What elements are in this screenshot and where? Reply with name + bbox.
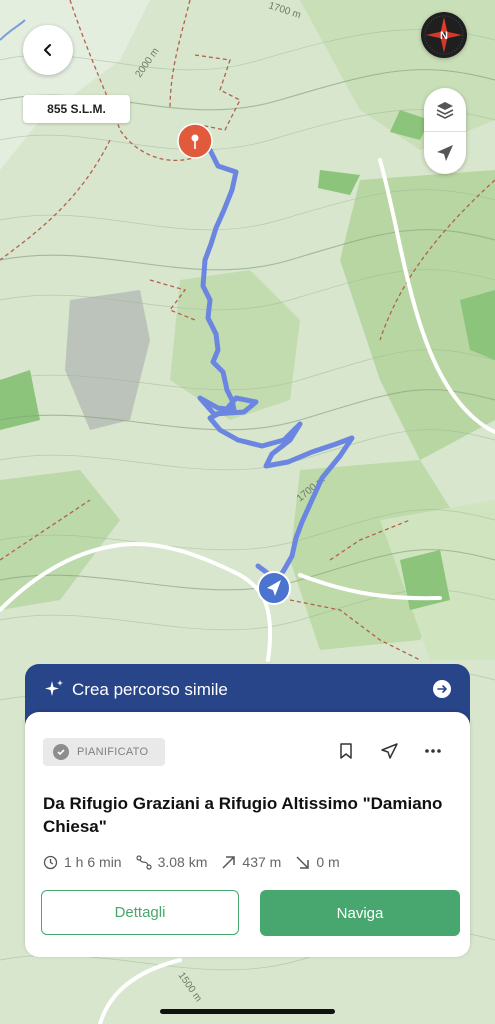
location-arrow-icon [437,144,453,161]
layers-icon [436,101,454,119]
compass-icon: N [424,15,464,55]
navigate-button[interactable]: Naviga [260,890,460,936]
status-badge: PIANIFICATO [43,738,165,766]
ascent-stat: 437 m [221,854,281,870]
arrow-up-right-icon [222,855,236,869]
send-icon[interactable] [380,742,399,760]
bookmark-icon[interactable] [338,742,354,760]
map-controls [424,88,466,174]
details-button[interactable]: Dettagli [41,890,239,935]
distance-value: 3.08 km [157,854,208,870]
descent-value: 0 m [316,854,340,870]
arrow-right-circle-icon[interactable] [433,680,451,698]
destination-pin-icon[interactable] [177,123,213,159]
route-card: PIANIFICATO Da Rifugio Graziani a Rifugi… [25,712,470,957]
distance-icon [135,854,152,870]
sparkle-icon [45,680,63,696]
back-button[interactable] [23,25,73,75]
more-dots-icon[interactable] [425,748,441,754]
compass-north-label: N [440,30,448,42]
descent-stat: 0 m [295,854,340,870]
layers-button[interactable] [424,88,466,131]
compass-button[interactable]: N [421,12,467,58]
status-badge-label: PIANIFICATO [77,746,149,758]
chevron-left-icon [44,44,51,56]
altitude-badge: 855 S.L.M. [23,95,130,123]
ascent-value: 437 m [242,854,282,870]
create-similar-route-label: Crea percorso simile [72,680,228,699]
check-icon [53,744,69,760]
arrow-down-right-icon [296,855,310,869]
route-stats: 1 h 6 min 3.08 km 437 m 0 m [43,853,354,871]
distance-stat: 3.08 km [135,854,208,870]
locate-button[interactable] [424,131,466,174]
home-indicator [160,1009,335,1014]
route-title: Da Rifugio Graziani a Rifugio Altissimo … [43,794,443,836]
controls-divider [424,131,466,132]
duration-stat: 1 h 6 min [43,854,122,870]
clock-icon [43,855,58,869]
start-marker-icon[interactable] [257,571,291,605]
duration-value: 1 h 6 min [64,854,122,870]
